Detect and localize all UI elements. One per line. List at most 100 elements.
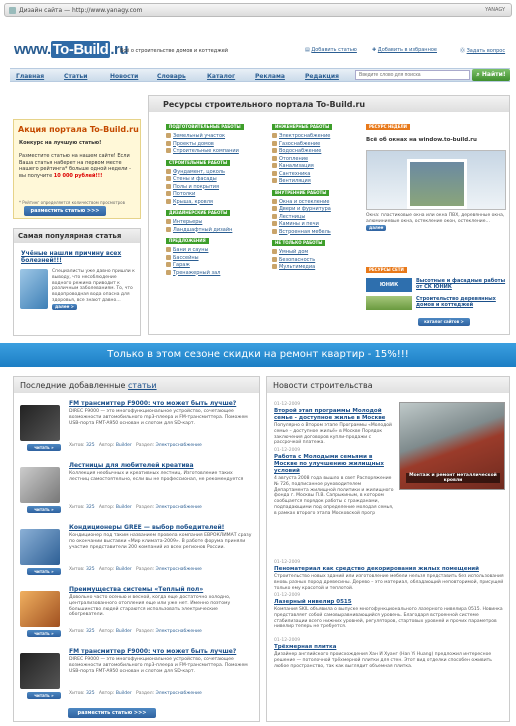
- resource-link[interactable]: Умный дом: [272, 249, 308, 255]
- news-headline[interactable]: Трёхмерная плитка: [274, 644, 504, 651]
- article-title[interactable]: Преимущества системы «Теплый пол»: [69, 586, 254, 593]
- article-title[interactable]: Кондиционеры GREE — выбор победителей!: [69, 524, 254, 531]
- news-text: Популярно о Втором этапе Программы «Моло…: [274, 423, 392, 446]
- resource-link[interactable]: Электроснабжение: [272, 133, 330, 139]
- article-title[interactable]: FM трансмиттер F9000: что может быть луч…: [69, 648, 254, 655]
- news-headline[interactable]: Работа с Молодыми семьями в Москве по ул…: [274, 454, 396, 475]
- resource-link[interactable]: Строительные компании: [166, 148, 239, 154]
- read-more-button[interactable]: читать »: [27, 630, 61, 637]
- article-thumbnail[interactable]: [20, 467, 60, 503]
- read-more-button[interactable]: читать »: [27, 506, 61, 513]
- resource-icon: [166, 269, 171, 275]
- resource-icon: [272, 163, 277, 168]
- news-text: 4 августа 2008 года вышло в свет Распоря…: [274, 476, 394, 516]
- search-button[interactable]: ⌕ Найти!: [472, 69, 510, 81]
- nav-catalog[interactable]: Каталог: [207, 73, 235, 80]
- article-title[interactable]: FM трансмиттер F9000: что может быть луч…: [69, 400, 254, 407]
- resource-link[interactable]: Бани и сауны: [166, 247, 208, 253]
- article-thumbnail[interactable]: [20, 653, 60, 689]
- resource-link[interactable]: Канализация: [272, 163, 314, 169]
- resource-icon: [272, 213, 277, 219]
- news-headline[interactable]: Лазерный нивелир 0515: [274, 599, 504, 606]
- resource-link[interactable]: Мультимедиа: [272, 264, 315, 270]
- promo-text: Разместите статью на нашем сайте! Если В…: [19, 153, 131, 179]
- add-article-link[interactable]: ▤ Добавить статью: [305, 47, 357, 53]
- featured-more-button[interactable]: далее: [366, 224, 387, 231]
- resource-link[interactable]: Гараж: [166, 262, 190, 268]
- resource-link[interactable]: Ландшафтный дизайн: [166, 226, 232, 233]
- latest-article-item: Преимущества системы «Теплый пол» Довольн…: [14, 583, 259, 643]
- popular-more-button[interactable]: далее >: [52, 303, 78, 310]
- search-input[interactable]: [355, 70, 470, 80]
- resource-link[interactable]: Бассейны: [166, 254, 199, 261]
- resource-link[interactable]: Газоснабжение: [272, 140, 320, 147]
- resource-link[interactable]: Фундамент, цоколь: [166, 168, 225, 175]
- resource-icon: [272, 249, 277, 254]
- wooden-house-logo[interactable]: [366, 296, 412, 310]
- resource-link[interactable]: Двери и фурнитура: [272, 206, 331, 212]
- resource-link[interactable]: Потолки: [166, 191, 195, 197]
- resources-category: ВНУТРЕННИЕ РАБОТЫ: [272, 189, 330, 196]
- latest-title: Последние добавленные статьи: [14, 377, 259, 393]
- nav-dictionary[interactable]: Словарь: [157, 73, 186, 80]
- nav-editorial[interactable]: Редакция: [305, 73, 339, 80]
- resource-link[interactable]: Полы и покрытия: [166, 183, 219, 190]
- latest-post-article-button[interactable]: разместить статью >>>: [68, 708, 156, 718]
- construction-news-panel: Новости строительства Монтаж и ремонт ме…: [266, 376, 510, 722]
- popular-headline[interactable]: Учёные нашли причину всех болезней!!!: [21, 250, 136, 264]
- resource-link[interactable]: Лестницы: [272, 213, 305, 220]
- roof-photo-caption: Монтаж и ремонт металлической кровли: [406, 473, 500, 483]
- read-more-button[interactable]: читать »: [27, 444, 61, 451]
- site-catalog-button[interactable]: каталог сайтов >: [418, 318, 470, 326]
- ask-question-link[interactable]: ⓪ Задать вопрос: [460, 47, 505, 54]
- site-logo[interactable]: www. To-Build .ru: [14, 41, 128, 58]
- browser-icon: [9, 7, 16, 14]
- read-more-button[interactable]: читать »: [27, 692, 61, 699]
- resource-link[interactable]: Сантехника: [272, 170, 310, 177]
- article-description: DIREC F9000 — это многофункциональное ус…: [69, 657, 248, 674]
- partner2-link[interactable]: Строительство деревянных домов и коттедж…: [416, 296, 510, 308]
- news-headline[interactable]: Пеноматериал как средство декорирования …: [274, 566, 504, 573]
- news-date: 01-12-2009: [274, 593, 301, 598]
- article-thumbnail[interactable]: [20, 405, 60, 441]
- resource-link[interactable]: Встроенная мебель: [272, 228, 331, 235]
- resources-category: СТРОИТЕЛЬНЫЕ РАБОТЫ: [166, 159, 231, 166]
- resource-link[interactable]: Интерьеры: [166, 219, 202, 225]
- resource-link[interactable]: Безопасность: [272, 256, 315, 263]
- news-headline[interactable]: Второй этап программы Молодой семье - до…: [274, 408, 396, 422]
- resource-link[interactable]: Тренажерный зал: [166, 269, 220, 276]
- article-thumbnail[interactable]: [20, 591, 60, 627]
- resource-link[interactable]: Земельный участок: [166, 133, 225, 139]
- article-meta: Хитов: 325 Автор: Builder Раздел: Электр…: [69, 505, 202, 510]
- nav-home[interactable]: Главная: [16, 73, 44, 80]
- resource-link[interactable]: Крыша, кровля: [166, 198, 213, 205]
- article-description: Коллекция необычных и креативных лестниц…: [69, 471, 244, 482]
- featured-title[interactable]: Всё об окнах на window.to-build.ru: [366, 137, 477, 143]
- read-more-button[interactable]: читать »: [27, 568, 61, 575]
- article-meta: Хитов: 325 Автор: Builder Раздел: Электр…: [69, 691, 202, 696]
- article-title[interactable]: Лестницы для любителей креатива: [69, 462, 254, 469]
- resource-link[interactable]: Водоснабжение: [272, 148, 321, 154]
- promo-post-article-button[interactable]: разместить статью >>>: [24, 206, 106, 216]
- resource-link[interactable]: Вентиляция: [272, 178, 311, 184]
- add-favorites-link[interactable]: ✚ Добавить в избранное: [372, 47, 437, 53]
- resource-link[interactable]: Стены и фасады: [166, 176, 217, 182]
- resource-icon: [272, 206, 277, 211]
- resource-link[interactable]: Окна и остекление: [272, 198, 329, 205]
- resource-link[interactable]: Проекты домов: [166, 140, 214, 147]
- news-text: Строительство новых зданий или изготовле…: [274, 574, 504, 591]
- nav-news[interactable]: Новости: [110, 73, 138, 80]
- resource-link[interactable]: Отопление: [272, 155, 308, 162]
- unik-logo[interactable]: ЮНИК: [366, 278, 412, 292]
- resource-icon: [166, 168, 171, 174]
- partner1-link[interactable]: Высотные и фасадные работы от СК ЮНИК: [416, 278, 510, 290]
- nav-advertising[interactable]: Реклама: [255, 73, 285, 80]
- article-thumbnail[interactable]: [20, 529, 60, 565]
- news-text: Компания SKIL объявила о выпуске многофу…: [274, 607, 503, 630]
- resource-icon: [166, 176, 171, 181]
- nav-articles[interactable]: Статьи: [64, 73, 87, 80]
- water-tap-image: [20, 269, 48, 309]
- news-date: 01-12-2009: [274, 560, 301, 565]
- resource-link[interactable]: Камины и печи: [272, 221, 319, 227]
- discount-banner[interactable]: Только в этом сезоне скидки на ремонт кв…: [0, 343, 516, 367]
